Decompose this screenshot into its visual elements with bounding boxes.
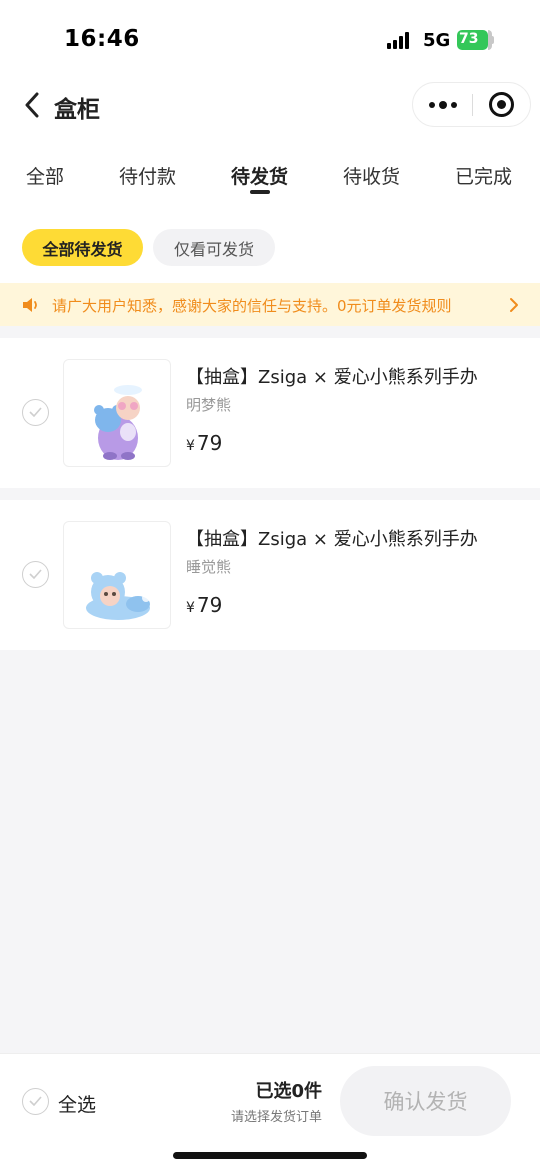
item-title: 【抽盒】Zsiga × 爱心小熊系列手办: [186, 529, 478, 550]
tab-pending-shipment[interactable]: 待发货: [231, 162, 288, 189]
confirm-shipment-button[interactable]: 确认发货: [340, 1066, 511, 1136]
price-value: 79: [196, 593, 223, 617]
item-select-checkbox[interactable]: [22, 399, 49, 426]
item-price: ¥79: [186, 593, 222, 617]
battery-icon: 73: [457, 30, 494, 50]
select-all-checkbox[interactable]: [22, 1088, 49, 1115]
currency-symbol: ¥: [186, 600, 195, 616]
tab-completed[interactable]: 已完成: [455, 162, 512, 189]
price-value: 79: [196, 431, 223, 455]
tab-all[interactable]: 全部: [26, 162, 64, 189]
item-variant: 睡觉熊: [186, 558, 232, 576]
back-button[interactable]: [18, 88, 46, 122]
item-price: ¥79: [186, 431, 222, 455]
currency-symbol: ¥: [186, 438, 195, 454]
bear-figure-image: [94, 385, 142, 460]
order-item[interactable]: 【抽盒】Zsiga × 爱心小熊系列手办 明梦熊 ¥79: [0, 338, 540, 488]
more-dots-icon: [428, 101, 435, 108]
notice-banner[interactable]: 请广大用户知悉，感谢大家的信任与支持。0元订单发货规则: [0, 283, 540, 326]
tab-pending-receipt[interactable]: 待收货: [343, 162, 400, 189]
check-icon: [29, 407, 42, 417]
filter-shippable-only-chip[interactable]: 仅看可发货: [153, 229, 275, 266]
notice-text: 请广大用户知悉，感谢大家的信任与支持。0元订单发货规则: [52, 297, 452, 315]
chevron-right-icon: [510, 298, 518, 312]
item-select-checkbox[interactable]: [22, 561, 49, 588]
home-indicator: [173, 1152, 367, 1159]
close-mini-program-icon[interactable]: [489, 92, 514, 117]
select-all-label[interactable]: 全选: [58, 1090, 96, 1117]
signal-icon: [387, 31, 415, 49]
product-thumbnail: [63, 521, 171, 629]
item-variant: 明梦熊: [186, 396, 232, 414]
network-label: 5G: [423, 30, 451, 51]
capsule-divider: [472, 94, 473, 116]
bear-figure-image: [86, 572, 150, 620]
mini-program-capsule: [412, 82, 531, 127]
product-thumbnail: [63, 359, 171, 467]
order-item[interactable]: 【抽盒】Zsiga × 爱心小熊系列手办 睡觉熊 ¥79: [0, 500, 540, 650]
battery-percent: 73: [459, 31, 479, 47]
selected-hint: 请选择发货订单: [230, 1110, 322, 1125]
active-tab-indicator: [250, 190, 270, 194]
page-title: 盒柜: [54, 97, 100, 123]
item-title: 【抽盒】Zsiga × 爱心小熊系列手办: [186, 367, 478, 388]
more-button[interactable]: [413, 83, 472, 126]
chevron-left-icon: [25, 92, 39, 118]
filter-all-pending-chip[interactable]: 全部待发货: [22, 229, 143, 266]
tab-pending-payment[interactable]: 待付款: [119, 162, 176, 189]
speaker-icon: [23, 298, 37, 312]
status-time: 16:46: [64, 26, 140, 52]
check-icon: [29, 1096, 42, 1106]
selected-count: 已选0件: [255, 1081, 322, 1102]
check-icon: [29, 569, 42, 579]
